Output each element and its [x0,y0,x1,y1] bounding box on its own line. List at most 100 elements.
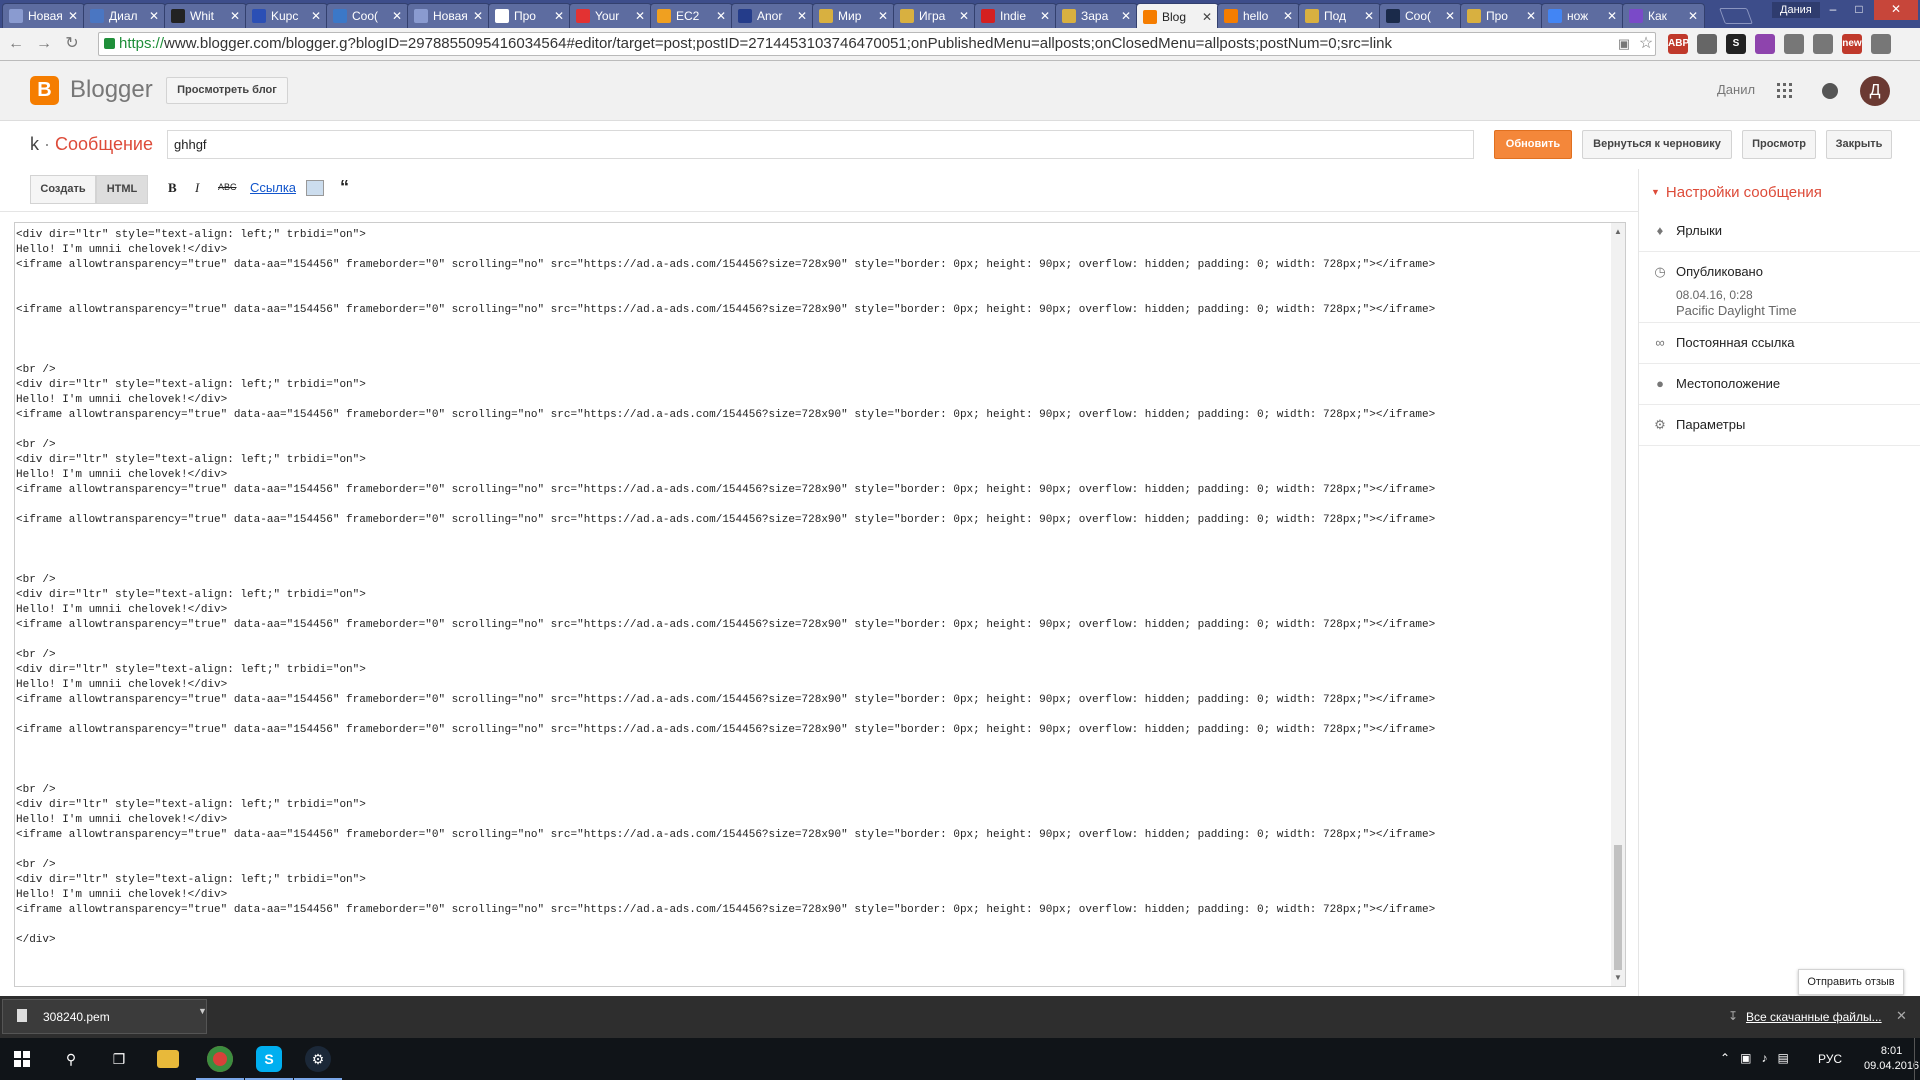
tab-15[interactable]: hello ✕ [1217,3,1300,28]
sidebar-item-options[interactable]: ⚙ Параметры [1639,405,1920,446]
maximize-button[interactable]: □ [1846,0,1872,20]
steam-icon[interactable]: ⚙ [305,1046,331,1072]
tab-18[interactable]: Про ✕ [1460,3,1543,28]
tab-3[interactable]: Kupc ✕ [245,3,328,28]
tab-close-icon[interactable]: ✕ [1364,9,1374,23]
html-mode-button[interactable]: HTML [96,175,148,204]
tab-16[interactable]: Под ✕ [1298,3,1381,28]
tab-6[interactable]: Про ✕ [488,3,571,28]
tab-close-icon[interactable]: ✕ [959,9,969,23]
sidebar-item-location[interactable]: ● Местоположение [1639,364,1920,405]
clock[interactable]: 8:01 09.04.2016 [1864,1044,1919,1074]
tab-2[interactable]: Whit ✕ [164,3,247,28]
volume-icon[interactable]: ♪ [1761,1051,1767,1065]
post-title-input[interactable] [167,130,1474,159]
send-feedback-button[interactable]: Отправить отзыв [1798,969,1904,995]
show-desktop-button[interactable] [1914,1038,1920,1080]
tab-close-icon[interactable]: ✕ [473,9,483,23]
insert-image-icon[interactable] [306,180,324,196]
tab-close-icon[interactable]: ✕ [1202,10,1212,24]
network-icon[interactable]: ▣ [1740,1051,1751,1065]
view-blog-button[interactable]: Просмотреть блог [166,77,288,104]
tab-19[interactable]: нож ✕ [1541,3,1624,28]
file-explorer-icon[interactable] [157,1050,179,1068]
tab-close-icon[interactable]: ✕ [797,9,807,23]
revert-to-draft-button[interactable]: Вернуться к черновику [1582,130,1732,159]
address-bar[interactable]: https://www.blogger.com/blogger.g?blogID… [98,32,1656,56]
tab-14[interactable]: Blog ✕ [1136,3,1219,29]
tab-11[interactable]: Игра ✕ [893,3,976,28]
close-button[interactable]: Закрыть [1826,130,1892,159]
scroll-up-icon[interactable]: ▲ [1614,227,1622,236]
tab-close-icon[interactable]: ✕ [1445,9,1455,23]
tab-4[interactable]: Coo(✕ [326,3,409,28]
update-button[interactable]: Обновить [1494,130,1572,159]
sidebar-item-published[interactable]: ◷ Опубликовано 08.04.16, 0:28 Pacific Da… [1639,252,1920,323]
sidebar-item-labels[interactable]: ♦ Ярлыки [1639,211,1920,252]
preview-button[interactable]: Просмотр [1742,130,1816,159]
compose-mode-button[interactable]: Создать [30,175,96,204]
chrome-icon[interactable] [207,1046,233,1072]
show-all-downloads-link[interactable]: Все скачанные файлы... [1746,1010,1882,1024]
tab-close-icon[interactable]: ✕ [635,9,645,23]
minimize-button[interactable]: – [1820,0,1846,20]
html-editor-content[interactable]: <br /> <div dir="ltr" style="text-align:… [16,223,1435,948]
tab-20[interactable]: Как ✕ [1622,3,1705,28]
tab-12[interactable]: Indie ✕ [974,3,1057,28]
forward-icon[interactable]: → [34,34,54,54]
tab-close-icon[interactable]: ✕ [1526,9,1536,23]
language-indicator[interactable]: РУС [1818,1052,1842,1066]
bookmark-star-icon[interactable]: ☆ [1636,34,1656,54]
tab-close-icon[interactable]: ✕ [1283,9,1293,23]
tab-close-icon[interactable]: ✕ [878,9,888,23]
tab-close-icon[interactable]: ✕ [311,9,321,23]
blog-name[interactable]: k [30,134,39,154]
strikethrough-button[interactable]: ABC [218,182,237,192]
tab-close-icon[interactable]: ✕ [716,9,726,23]
download-item[interactable]: 308240.pem ▼ [2,999,207,1034]
tab-17[interactable]: Coo(✕ [1379,3,1462,28]
chevron-up-icon[interactable]: ⌃ [1720,1051,1730,1065]
post-settings-header[interactable]: ▼ Настройки сообщения [1651,184,1822,201]
blogger-logo-icon[interactable]: B [30,76,59,105]
bold-button[interactable]: B [168,180,177,196]
back-icon[interactable]: ← [6,34,26,54]
reload-icon[interactable]: ↻ [62,34,82,54]
translate-icon[interactable]: ▣ [1614,34,1634,54]
new-tab-button[interactable] [1719,8,1753,24]
scroll-down-icon[interactable]: ▼ [1614,973,1622,982]
chrome-menu-icon[interactable] [1871,34,1891,54]
task-view-icon[interactable]: ❐ [106,1046,132,1072]
scrollbar-thumb[interactable] [1614,845,1622,970]
tab-0[interactable]: Новая в✕ [2,3,85,28]
hand-extension-icon[interactable] [1813,34,1833,54]
adblock-plus-icon[interactable]: ABP [1668,34,1689,54]
tab-close-icon[interactable]: ✕ [1121,9,1131,23]
tab-7[interactable]: Your ✕ [569,3,652,28]
sidebar-item-permalink[interactable]: ∞ Постоянная ссылка [1639,323,1920,364]
link-button[interactable]: Ссылка [250,180,296,195]
apps-grid-icon[interactable] [1777,83,1792,98]
skype-icon[interactable]: S [256,1046,282,1072]
tab-close-icon[interactable]: ✕ [149,9,159,23]
tab-5[interactable]: Новая в✕ [407,3,490,28]
html-editor[interactable]: <br /> <div dir="ltr" style="text-align:… [14,222,1626,987]
editor-scrollbar[interactable]: ▲ ▼ [1611,223,1625,986]
s-extension-icon[interactable]: S [1726,34,1746,54]
tab-close-icon[interactable]: ✕ [1688,9,1698,23]
user-name[interactable]: Данил [1717,82,1755,97]
avatar[interactable]: Д [1860,76,1890,106]
close-download-shelf-icon[interactable]: ✕ [1896,1008,1907,1024]
italic-button[interactable]: I [195,180,199,196]
quote-icon[interactable]: “ [340,177,349,198]
tab-close-icon[interactable]: ✕ [1607,9,1617,23]
tab-close-icon[interactable]: ✕ [392,9,402,23]
new-extension-icon[interactable]: new [1842,34,1862,54]
blogger-brand[interactable]: Blogger [70,76,153,104]
search-icon[interactable]: ⚲ [58,1046,84,1072]
tab-10[interactable]: Мир ✕ [812,3,895,28]
window-profile-button[interactable]: Дания [1772,2,1820,18]
colorful-extension-icon[interactable] [1755,34,1775,54]
chevron-down-icon[interactable]: ▼ [198,1006,207,1016]
tab-close-icon[interactable]: ✕ [230,9,240,23]
